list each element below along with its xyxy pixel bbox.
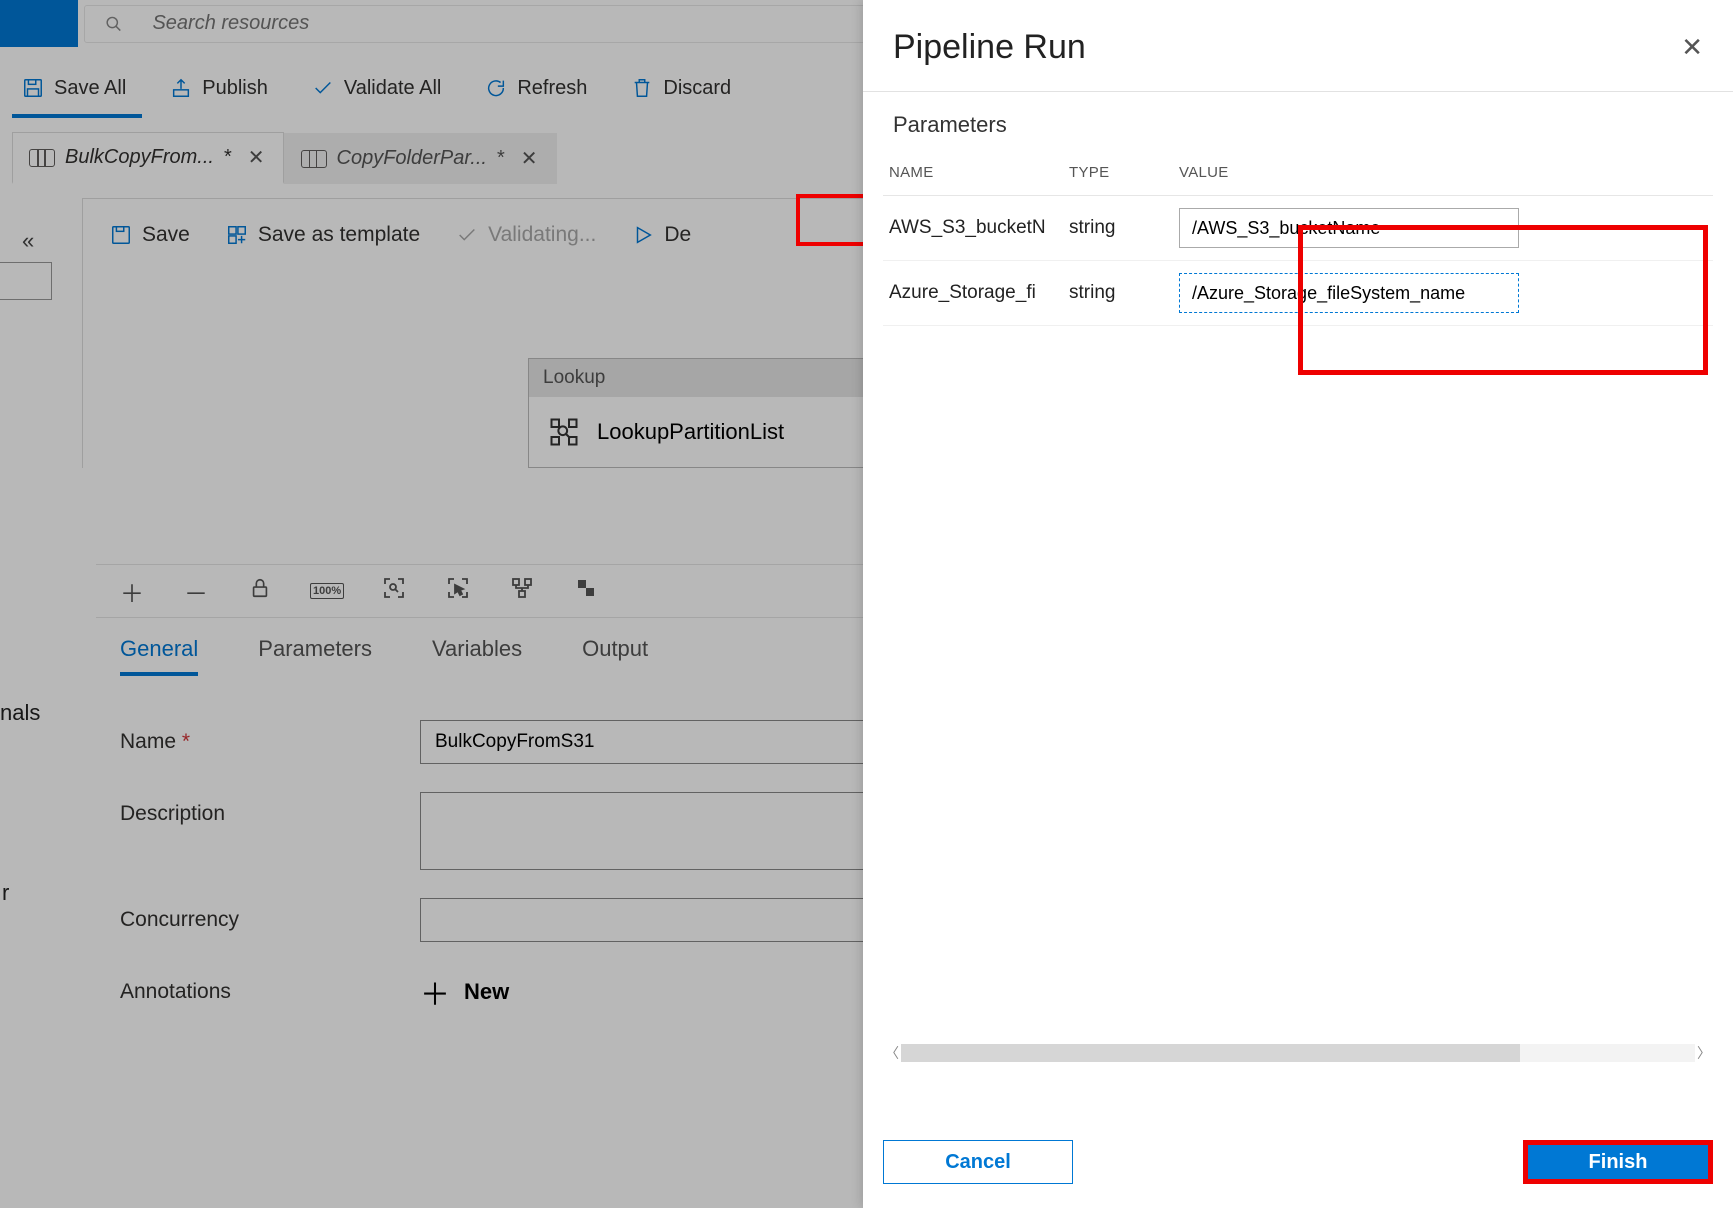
validate-all-label: Validate All	[344, 77, 441, 100]
plus-icon: ＋	[420, 970, 450, 1014]
save-template-button[interactable]: Save as template	[226, 223, 420, 247]
zoom-100-icon[interactable]: 100%	[310, 583, 344, 599]
refresh-icon	[485, 77, 507, 99]
new-annotation-button[interactable]: ＋ New	[420, 970, 509, 1014]
tab-general[interactable]: General	[120, 636, 198, 676]
table-row: Azure_Storage_fi string	[883, 261, 1713, 326]
annotations-label: Annotations	[120, 970, 420, 1004]
brand-block	[0, 0, 78, 47]
sidebar-box	[0, 262, 52, 300]
param-value-input[interactable]	[1179, 208, 1519, 248]
trash-icon	[631, 77, 653, 99]
activity-type: Lookup	[543, 367, 605, 388]
save-all-label: Save All	[54, 77, 126, 100]
name-label: Name *	[120, 720, 420, 754]
validate-all-button[interactable]: Validate All	[312, 77, 441, 100]
remove-icon[interactable]: －	[182, 574, 210, 609]
publish-icon	[170, 77, 192, 99]
scroll-thumb[interactable]	[901, 1044, 1520, 1062]
tab-output[interactable]: Output	[582, 636, 648, 676]
param-name: AWS_S3_bucketN	[883, 196, 1063, 261]
activity-name: LookupPartitionList	[597, 419, 784, 445]
save-label: Save	[142, 223, 190, 247]
param-type: string	[1063, 261, 1173, 326]
horizontal-scrollbar[interactable]: 〈 〉	[883, 1042, 1713, 1064]
discard-label: Discard	[663, 77, 731, 100]
tab-dirty: *	[497, 147, 505, 170]
scroll-right-icon[interactable]: 〉	[1695, 1043, 1713, 1063]
publish-label: Publish	[202, 77, 268, 100]
param-value-input[interactable]	[1179, 273, 1519, 313]
discard-button[interactable]: Discard	[631, 77, 731, 100]
template-icon	[226, 224, 248, 246]
lock-icon[interactable]	[246, 577, 274, 606]
concurrency-label: Concurrency	[120, 898, 420, 932]
pipeline-icon	[301, 150, 327, 168]
scroll-left-icon[interactable]: 〈	[883, 1043, 901, 1063]
active-indicator	[12, 114, 142, 118]
description-label: Description	[120, 792, 420, 826]
parameters-heading: Parameters	[863, 92, 1733, 154]
collapse-sidebar-button[interactable]: «	[22, 228, 34, 254]
side-text-fragment2: r	[2, 880, 9, 906]
panel-title: Pipeline Run	[893, 28, 1086, 67]
refresh-label: Refresh	[517, 77, 587, 100]
new-label: New	[464, 979, 509, 1005]
col-type: TYPE	[1063, 154, 1173, 196]
check-icon	[312, 77, 334, 99]
save-icon	[110, 224, 132, 246]
tab-variables[interactable]: Variables	[432, 636, 522, 676]
param-type: string	[1063, 196, 1173, 261]
pipeline-icon	[29, 149, 55, 167]
tab-label: CopyFolderPar...	[337, 147, 487, 170]
play-icon	[632, 224, 654, 246]
add-icon[interactable]: ＋	[118, 574, 146, 609]
snap-icon[interactable]	[572, 576, 600, 607]
parameters-table: NAME TYPE VALUE AWS_S3_bucketN string Az…	[883, 154, 1713, 326]
tab-parameters[interactable]: Parameters	[258, 636, 372, 676]
debug-label: De	[664, 223, 691, 247]
close-icon[interactable]: ✕	[1681, 32, 1703, 63]
detail-tabs: General Parameters Variables Output	[120, 636, 648, 676]
refresh-button[interactable]: Refresh	[485, 77, 587, 100]
save-button[interactable]: Save	[110, 223, 190, 247]
panel-footer: Cancel Finish	[883, 1140, 1713, 1184]
activity-header: Lookup	[529, 359, 907, 397]
pipeline-run-panel: Pipeline Run ✕ Parameters NAME TYPE VALU…	[863, 0, 1733, 1208]
col-value: VALUE	[1173, 154, 1713, 196]
save-icon	[22, 77, 44, 99]
param-name: Azure_Storage_fi	[883, 261, 1063, 326]
tab-label: BulkCopyFrom...	[65, 146, 214, 169]
table-row: AWS_S3_bucketN string	[883, 196, 1713, 261]
col-name: NAME	[883, 154, 1063, 196]
select-icon[interactable]	[444, 576, 472, 607]
tab-copyfolder[interactable]: CopyFolderPar... * ✕	[284, 133, 557, 184]
cancel-button[interactable]: Cancel	[883, 1140, 1073, 1184]
scroll-track[interactable]	[901, 1044, 1695, 1062]
debug-button[interactable]: De	[632, 223, 691, 247]
lookup-icon	[549, 417, 579, 447]
close-icon[interactable]: ✕	[521, 146, 538, 171]
zoom-fit-icon[interactable]	[380, 576, 408, 607]
activity-body: LookupPartitionList	[529, 397, 907, 467]
publish-button[interactable]: Publish	[170, 77, 268, 100]
validating-status: Validating...	[456, 223, 596, 247]
close-icon[interactable]: ✕	[248, 145, 265, 170]
save-all-button[interactable]: Save All	[22, 77, 126, 100]
validating-label: Validating...	[488, 223, 596, 247]
layout-icon[interactable]	[508, 576, 536, 607]
side-text-fragment: nals	[0, 700, 40, 726]
tab-dirty: *	[224, 146, 232, 169]
tab-bulkcopy[interactable]: BulkCopyFrom... * ✕	[12, 132, 284, 184]
finish-button[interactable]: Finish	[1523, 1140, 1713, 1184]
check-icon	[456, 224, 478, 246]
save-template-label: Save as template	[258, 223, 420, 247]
activity-lookup[interactable]: Lookup LookupPartitionList	[528, 358, 908, 468]
search-icon	[105, 15, 122, 33]
